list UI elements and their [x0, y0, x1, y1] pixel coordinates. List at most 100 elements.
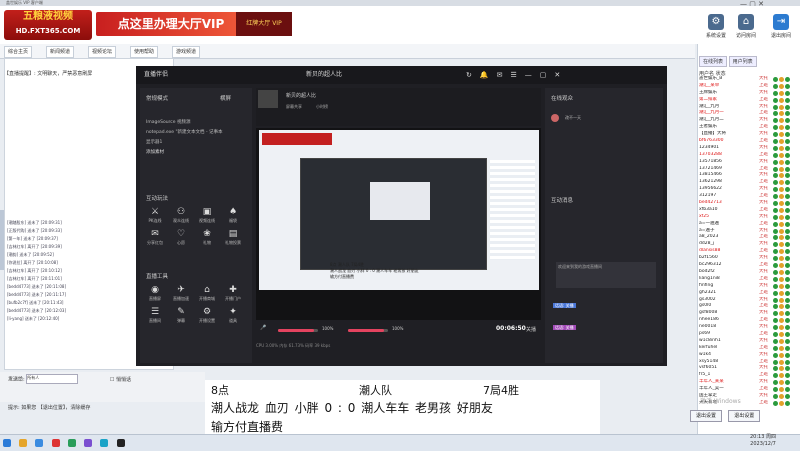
tab-online[interactable]: 在线列表 [699, 56, 728, 67]
browser-icon[interactable] [35, 439, 44, 447]
tool-button[interactable]: ✉ 分享红包 [144, 228, 166, 246]
user-list[interactable]: 盖世娱乐_B 大托 潮汇_某单 上班 王牌娱乐 大托 第二排家 上班 潮汇_九月 大托 潮汇_九月一… [699, 76, 797, 407]
settings-button[interactable]: ⚙ 系统设置 [703, 14, 729, 39]
tab-video[interactable]: 视频论坛 [88, 46, 117, 58]
tab-news[interactable]: 新闻频道 [46, 46, 75, 58]
user-row[interactable]: 13703288 上班 [699, 152, 797, 159]
user-row[interactable]: 13721469 上班 [699, 166, 797, 173]
settings-exit-button[interactable]: 退出设置 [690, 410, 722, 422]
app-icon[interactable] [116, 439, 125, 447]
user-row[interactable]: fr5_1 上班 [699, 372, 797, 379]
user-row[interactable]: a=遍子 大托 [699, 228, 797, 235]
tool-button[interactable]: ⚔ PK连线 [144, 206, 166, 224]
user-row[interactable]: bf6763300 上班 [699, 138, 797, 145]
refresh-icon[interactable]: ↻ [466, 66, 472, 84]
tool-button[interactable]: ▤ 礼物投票 [222, 228, 244, 246]
tab-users[interactable]: 用户列表 [728, 56, 757, 67]
tool-button[interactable]: ✦ 道具 [222, 306, 244, 324]
add-source-button[interactable]: 添加素材 [146, 148, 246, 158]
source-item[interactable]: notepad.exe "新建文本文档 - 记事本 [146, 128, 246, 138]
user-row[interactable]: w1k4 大托 [699, 352, 797, 359]
user-row[interactable]: 丰年人_某某 大托 [699, 379, 797, 386]
user-row[interactable]: gsf8008 大托 [699, 310, 797, 317]
tool-button[interactable]: ✈ 直播加速 [170, 284, 192, 302]
app-icon[interactable] [100, 439, 109, 447]
user-row[interactable]: xfb3a10 上班 [699, 207, 797, 214]
volume-slider-1[interactable] [278, 329, 318, 332]
user-row[interactable]: 盖世娱乐_B 大托 [699, 76, 797, 83]
user-row[interactable]: 王牌娱乐 大托 [699, 90, 797, 97]
maximize-icon[interactable]: ▢ [540, 66, 547, 84]
user-row[interactable]: kerfuhel 上班 [699, 345, 797, 352]
tool-button[interactable]: ✎ 弹幕 [170, 306, 192, 324]
user-row[interactable]: ps69 上班 [699, 331, 797, 338]
user-row[interactable]: gs3002 大托 [699, 297, 797, 304]
user-row[interactable]: w1c8inh1 大托 [699, 338, 797, 345]
user-row[interactable]: bod2f2 大托 [699, 269, 797, 276]
message-icon[interactable]: ✉ [497, 66, 503, 84]
tool-button[interactable]: ◉ 直播屏 [144, 284, 166, 302]
msg-pink-tag[interactable]: 话语: 关播 [553, 325, 576, 331]
user-row[interactable]: 第二排家 上班 [699, 97, 797, 104]
clock[interactable]: 20:13 周四 2023/12/7 [750, 434, 776, 448]
tool-button[interactable]: ♠ 福袋 [222, 206, 244, 224]
user-row[interactable]: gh2321 上班 [699, 290, 797, 297]
user-row[interactable]: b2f1560 大托 [699, 255, 797, 262]
tool-button[interactable]: ⚙ 开播设置 [196, 306, 218, 324]
scene-mode[interactable]: 常规模式 [146, 94, 168, 102]
user-row[interactable]: bed42713 大托 [699, 200, 797, 207]
tab-help[interactable]: 使用帮助 [130, 46, 159, 58]
user-row[interactable]: nhee186 上班 [699, 317, 797, 324]
tool-button[interactable]: ❀ 礼物 [196, 228, 218, 246]
user-row[interactable]: 13621298 上班 [699, 179, 797, 186]
tool-button[interactable]: ⌂ 开播商城 [196, 284, 218, 302]
tool-button[interactable]: ♡ 心愿 [170, 228, 192, 246]
user-row[interactable]: 13956622 大托 [699, 186, 797, 193]
user-row[interactable]: 13571856 大托 [699, 159, 797, 166]
preview-tab[interactable]: 小时榜 [316, 104, 328, 110]
app-icon[interactable] [51, 439, 60, 447]
volume-slider-2[interactable] [348, 329, 388, 332]
user-row[interactable]: xf25 大托 [699, 214, 797, 221]
source-item[interactable]: 显示器1 [146, 138, 246, 148]
user-row[interactable]: bc296312 上班 [699, 262, 797, 269]
tab-games[interactable]: 游戏频道 [172, 46, 201, 58]
user-row[interactable]: 【直播】大将 大托 [699, 131, 797, 138]
end-live-button[interactable]: 关播 [526, 326, 536, 333]
user-row[interactable]: dlansis88 上班 [699, 248, 797, 255]
user-row[interactable]: 潮汇_九月 大托 [699, 104, 797, 111]
tool-button[interactable]: ▣ 视频连线 [196, 206, 218, 224]
preview-tab[interactable]: 屏幕共享 [286, 104, 302, 110]
recipient-select[interactable]: 所有人 [26, 374, 79, 384]
user-row[interactable]: 1234901 大托 [699, 145, 797, 152]
user-row[interactable]: 潮汇_九月一 上班 [699, 110, 797, 117]
tab-home[interactable]: 综合主页 [4, 46, 33, 58]
online-user[interactable]: 改不一天 [565, 115, 581, 121]
app-icon[interactable] [67, 439, 76, 447]
user-row[interactable]: 312197 上班 [699, 193, 797, 200]
minimize-icon[interactable]: — [525, 66, 532, 84]
user-row[interactable]: a8_2023 上班 [699, 234, 797, 241]
folder-icon[interactable] [19, 439, 28, 447]
user-row[interactable]: 丰年人_吴一 上班 [699, 386, 797, 393]
user-row[interactable]: a=一遍遍 上班 [699, 221, 797, 228]
user-row[interactable]: finfing 大托 [699, 283, 797, 290]
user-row[interactable]: liang1ni8 上班 [699, 276, 797, 283]
start-icon[interactable] [3, 439, 11, 447]
tool-button[interactable]: ✚ 开播门户 [222, 284, 244, 302]
menu-icon[interactable]: ☰ [510, 66, 516, 84]
landscape-toggle[interactable]: 横屏 [220, 94, 231, 102]
user-row[interactable]: ne0018 大托 [699, 324, 797, 331]
vip-banner[interactable]: 点这里办理大厅VIP [96, 12, 246, 36]
user-row[interactable]: xsy5148 上班 [699, 359, 797, 366]
logout-button[interactable]: 退出设置 [728, 410, 761, 422]
tool-button[interactable]: ⚇ 观众连线 [170, 206, 192, 224]
visit-room-button[interactable]: ⌂ 访问房间 [733, 14, 759, 39]
user-row[interactable]: vsf6051 大托 [699, 365, 797, 372]
notification-icon[interactable]: 🔔 [480, 66, 489, 84]
tool-button[interactable]: ☰ 直播间 [144, 306, 166, 324]
close-icon[interactable]: ✕ [554, 66, 560, 84]
source-item[interactable]: ImageSource 视频源 [146, 118, 246, 128]
user-row[interactable]: gs0l0 上班 [699, 303, 797, 310]
user-row[interactable]: 王者娱乐 上班 [699, 124, 797, 131]
